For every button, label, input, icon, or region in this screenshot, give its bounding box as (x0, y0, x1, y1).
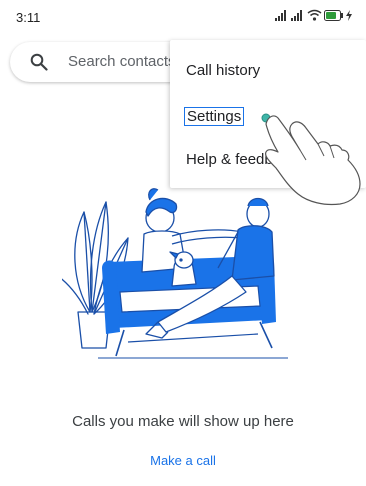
status-time: 3:11 (16, 10, 41, 25)
search-icon (30, 53, 48, 71)
charging-icon (346, 8, 352, 26)
signal-icon (291, 8, 305, 26)
wifi-icon (307, 8, 322, 26)
search-input[interactable]: Search contacts (68, 53, 178, 70)
status-icons (273, 9, 352, 25)
menu-item-settings[interactable]: Settings (184, 107, 245, 126)
make-call-link[interactable]: Make a call (133, 453, 233, 468)
menu-item-call-history[interactable]: Call history (186, 62, 260, 79)
empty-state-message: Calls you make will show up here (72, 413, 294, 430)
status-bar: 3:11 (0, 0, 366, 34)
hand-pointer-icon (254, 108, 364, 212)
battery-icon (324, 8, 344, 26)
signal-icon (275, 8, 289, 26)
